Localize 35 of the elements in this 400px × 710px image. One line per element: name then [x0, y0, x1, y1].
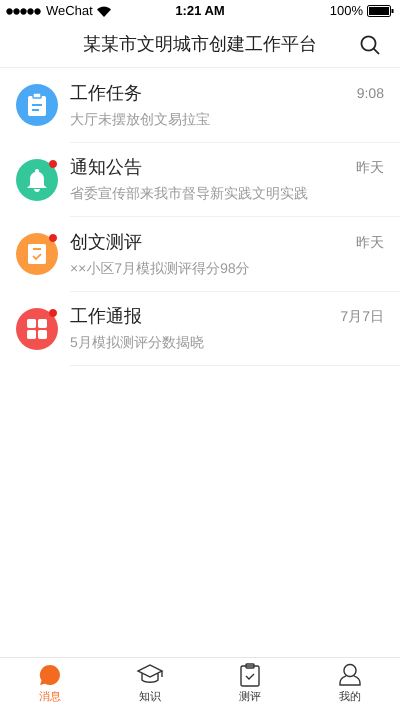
wifi-icon	[96, 6, 111, 16]
checklist-icon	[27, 243, 47, 266]
search-button[interactable]	[358, 33, 382, 57]
message-title: 工作任务	[70, 82, 142, 105]
clock-time: 1:21 AM	[175, 2, 225, 20]
message-title: 通知公告	[70, 156, 142, 180]
message-row[interactable]: 创文测评 昨天 ××小区7月模拟测评得分98分	[0, 217, 400, 292]
search-icon	[360, 35, 380, 55]
message-time: 昨天	[356, 232, 384, 252]
message-title: 工作通报	[70, 305, 142, 328]
message-time: 9:08	[356, 84, 384, 103]
chat-bubble-icon	[38, 662, 62, 687]
battery-icon	[367, 5, 394, 17]
message-time: 昨天	[356, 158, 384, 178]
message-preview: 5月模拟测评分数揭晓	[70, 333, 205, 352]
tab-bar-item[interactable]: 测评	[200, 658, 300, 710]
tab-bar-item[interactable]: 知识	[100, 658, 200, 710]
message-row[interactable]: 工作任务 9:08 大厅未摆放创文易拉宝	[0, 68, 400, 142]
message-preview: 大厅未摆放创文易拉宝	[70, 110, 211, 129]
message-row[interactable]: 工作通报 7月7日 5月模拟测评分数揭晓	[0, 292, 400, 366]
bell-icon	[26, 168, 48, 192]
carrier-name: WeChat	[46, 2, 93, 20]
tab-bar-item[interactable]: 我的	[300, 658, 400, 710]
person-icon	[339, 662, 361, 687]
grid-icon	[26, 318, 48, 340]
message-row[interactable]: 通知公告 昨天 省委宣传部来我市督导新实践文明实践	[0, 142, 400, 217]
clipboard-check-icon	[239, 662, 261, 687]
message-preview: ××小区7月模拟测评得分98分	[70, 258, 251, 278]
message-time: 7月7日	[340, 307, 384, 326]
app-title: 某某市文明城市创建工作平台	[83, 33, 317, 56]
signal-icon	[6, 8, 42, 14]
battery-percent: 100%	[330, 2, 363, 20]
clipboard-icon	[27, 93, 47, 118]
message-preview: 省委宣传部来我市督导新实践文明实践	[70, 184, 309, 204]
message-title: 创文测评	[70, 230, 142, 254]
